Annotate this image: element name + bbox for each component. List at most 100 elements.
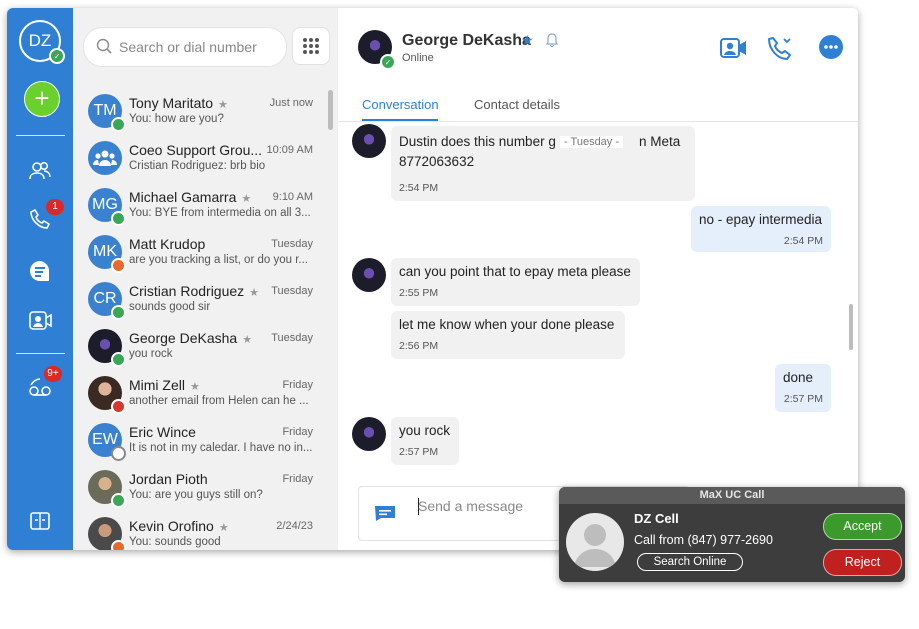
online-status-icon — [111, 305, 126, 320]
list-item[interactable]: TM Tony Maritato ★ Just now You: how are … — [73, 88, 323, 135]
message-time: 2:54 PM — [783, 235, 823, 247]
list-item[interactable]: Mimi Zell ★ Friday another email from Hel… — [73, 370, 323, 417]
list-item[interactable]: MK Matt Krudop Tuesday are you tracking … — [73, 229, 323, 276]
conversation-panel: ✓ George DeKasha ★ Online Conversation C… — [338, 8, 858, 550]
message-bubble: Dustin does this number g n Meta 8772063… — [391, 126, 695, 201]
timestamp: Friday — [282, 426, 313, 438]
phone-dropdown-icon[interactable] — [768, 36, 794, 60]
message-preview: are you tracking a list, or do you r... — [129, 254, 308, 266]
message-type-icon[interactable] — [373, 504, 397, 522]
contact-name: Coeo Support Grou... — [129, 142, 263, 158]
list-scrollbar[interactable] — [328, 90, 333, 130]
contact-name: Matt Krudop — [129, 236, 206, 252]
new-item-button[interactable]: + — [24, 81, 60, 117]
rail-divider — [16, 353, 65, 354]
message-time: 2:55 PM — [399, 287, 439, 299]
active-tab-indicator — [362, 119, 438, 121]
search-input[interactable]: Search or dial number — [83, 27, 287, 67]
video-call-icon[interactable] — [720, 36, 748, 60]
contact-name: Eric Wince — [129, 424, 196, 440]
message-text: done — [783, 370, 814, 385]
contact-name: Jordan Pioth — [129, 471, 208, 487]
tab-contact-details[interactable]: Contact details — [474, 97, 560, 112]
message-preview: you rock — [129, 348, 173, 360]
bell-icon[interactable] — [545, 33, 559, 47]
contact-name: Cristian Rodriguez — [129, 283, 245, 299]
caller-name: DZ Cell — [634, 511, 679, 526]
timestamp: 9:10 AM — [272, 191, 313, 203]
contact-name: Kevin Orofino — [129, 518, 214, 534]
message-time: 2:57 PM — [399, 446, 439, 458]
message-bubble: let me know when your done please 2:56 P… — [391, 311, 625, 359]
message-time: 2:54 PM — [399, 182, 439, 194]
message-list: Dustin does this number g n Meta 8772063… — [338, 122, 858, 477]
dialpad-button[interactable] — [292, 27, 330, 65]
presence-status: Online — [402, 52, 434, 64]
star-icon: ★ — [218, 522, 229, 534]
message-text: you rock — [399, 423, 451, 438]
dnd-status-icon — [111, 399, 126, 414]
message-text-line: 8772063632 — [399, 154, 475, 169]
user-avatar[interactable]: DZ ✓ — [19, 20, 65, 64]
group-avatar — [88, 141, 122, 175]
star-icon: ★ — [241, 193, 252, 205]
online-status-icon — [111, 117, 126, 132]
message-bubble: done 2:57 PM — [775, 364, 831, 412]
message-bubble: no - epay intermedia 2:54 PM — [691, 206, 831, 252]
accept-button[interactable]: Accept — [823, 513, 902, 540]
message-preview: You: sounds good — [129, 536, 221, 548]
voicemail-badge: 9+ — [44, 366, 62, 382]
busy-status-icon — [111, 540, 126, 550]
contact-name: George DeKasha — [129, 330, 238, 346]
timestamp: Friday — [282, 379, 313, 391]
message-text: let me know when your done please — [399, 317, 615, 332]
online-status-icon — [111, 211, 126, 226]
search-online-button[interactable]: Search Online — [637, 553, 743, 571]
contact-name: Michael Gamarra — [129, 189, 237, 205]
group-icon — [93, 150, 117, 166]
message-placeholder: Send a message — [418, 498, 524, 514]
timestamp: 2/24/23 — [276, 520, 313, 532]
message-bubble: you rock 2:57 PM — [391, 417, 459, 465]
contact-name: Mimi Zell — [129, 377, 185, 393]
help-icon[interactable] — [27, 508, 53, 534]
message-text-line: Dustin does this number g — [399, 134, 556, 149]
star-icon: ★ — [190, 381, 200, 393]
timestamp: Tuesday — [271, 285, 313, 297]
more-icon — [824, 45, 838, 49]
message-bubble: can you point that to epay meta please 2… — [391, 258, 640, 306]
list-item[interactable]: EW Eric Wince Friday It is not in my cal… — [73, 417, 323, 464]
sender-avatar — [352, 124, 386, 158]
search-placeholder: Search or dial number — [119, 39, 257, 55]
list-item[interactable]: Kevin Orofino ★ 2/24/23 You: sounds good — [73, 511, 323, 550]
message-preview: Cristian Rodriguez: brb bio — [129, 160, 266, 172]
star-icon[interactable]: ★ — [521, 32, 534, 49]
reject-button[interactable]: Reject — [823, 549, 902, 576]
contacts-icon[interactable] — [27, 158, 53, 184]
list-item[interactable]: Coeo Support Grou... 10:09 AM Cristian R… — [73, 135, 323, 182]
caller-avatar — [566, 513, 624, 571]
star-icon: ★ — [249, 287, 260, 299]
app-window: DZ ✓ + 1 9+ Search or dial number TM Ton… — [7, 8, 858, 550]
chat-icon[interactable] — [27, 258, 53, 284]
message-text-line: n Meta — [639, 134, 681, 149]
incoming-call-popup: MaX UC Call DZ Cell Call from (847) 977-… — [559, 487, 905, 582]
conversation-scrollbar[interactable] — [849, 304, 853, 350]
message-preview: You: BYE from intermedia on all 3... — [129, 207, 311, 219]
conversation-tabs: Conversation Contact details — [338, 94, 858, 122]
video-icon[interactable] — [27, 308, 53, 334]
list-item[interactable]: Jordan Pioth Friday You: are you guys st… — [73, 464, 323, 511]
list-item[interactable]: MG Michael Gamarra ★ 9:10 AM You: BYE fro… — [73, 182, 323, 229]
rail-divider — [16, 135, 65, 136]
message-preview: You: are you guys still on? — [129, 489, 263, 501]
tab-conversation[interactable]: Conversation — [362, 97, 439, 112]
list-item[interactable]: George DeKasha ★ Tuesday you rock — [73, 323, 323, 370]
timestamp: Tuesday — [271, 332, 313, 344]
list-item[interactable]: CR Cristian Rodriguez ★ Tuesday sounds go… — [73, 276, 323, 323]
day-divider: - Tuesday - — [560, 136, 624, 148]
offline-status-icon — [111, 446, 126, 461]
message-time: 2:56 PM — [399, 340, 439, 352]
timestamp: 10:09 AM — [266, 144, 313, 156]
more-options-button[interactable] — [819, 35, 843, 59]
online-status-icon: ✓ — [380, 54, 396, 70]
